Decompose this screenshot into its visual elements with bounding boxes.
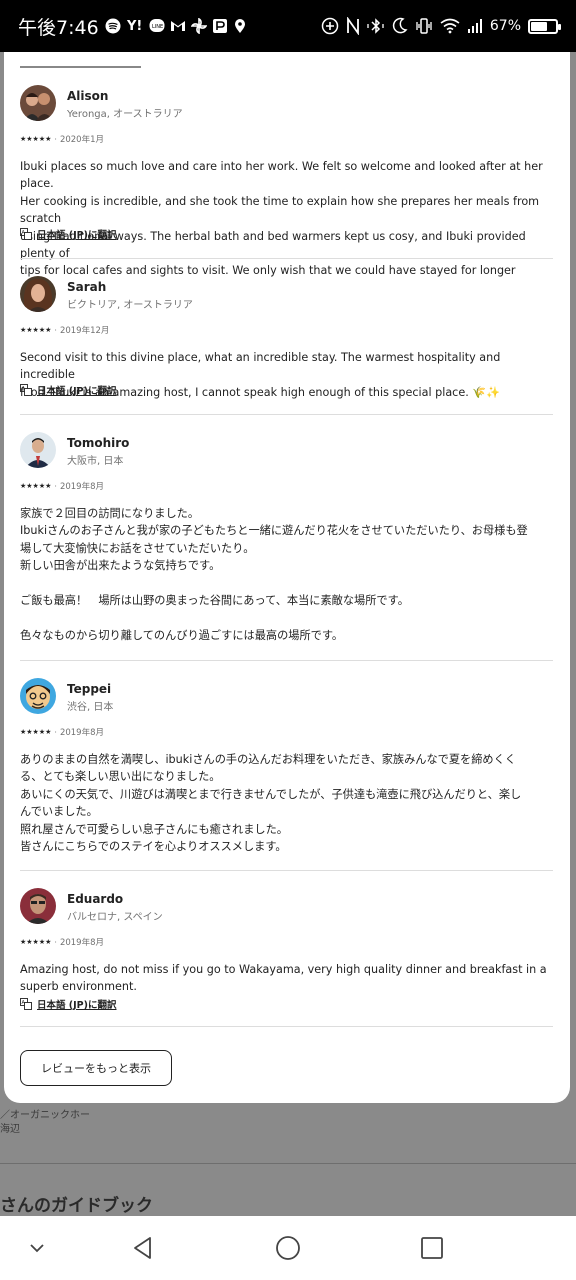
star-rating: ★★★★★ bbox=[20, 728, 52, 736]
star-rating: ★★★★★ bbox=[20, 326, 52, 334]
reviewer-name: Eduardo bbox=[67, 892, 124, 906]
reviewer-location: 渋谷, 日本 bbox=[67, 702, 114, 713]
review-date: 2019年12月 bbox=[59, 326, 110, 336]
home-circle-icon bbox=[276, 1236, 300, 1260]
review-item: Eduardo バルセロナ, スペイン ★★★★★ · 2019年8月 Amaz… bbox=[20, 888, 553, 1018]
review-item: Alison Yeronga, オーストラリア ★★★★★ · 2020年1月 … bbox=[20, 85, 553, 277]
svg-text:A: A bbox=[22, 1000, 26, 1006]
separator-dot: · bbox=[54, 481, 57, 491]
gmail-icon bbox=[170, 21, 185, 31]
background-divider bbox=[0, 1163, 576, 1164]
svg-text:LINE: LINE bbox=[152, 24, 163, 30]
status-time: 午後7:46 bbox=[18, 16, 99, 39]
back-triangle-icon bbox=[134, 1237, 151, 1259]
svg-text:A: A bbox=[22, 386, 26, 392]
data-saver-icon bbox=[321, 17, 339, 35]
recents-square-icon bbox=[421, 1237, 443, 1259]
reviewer-name: Tomohiro bbox=[67, 436, 130, 450]
bluetooth-vibrate-icon bbox=[367, 18, 384, 34]
pinwheel-icon bbox=[190, 18, 207, 34]
reviewer-name: Sarah bbox=[67, 280, 107, 294]
reviewer-location: 大阪市, 日本 bbox=[67, 456, 124, 467]
signal-icon bbox=[467, 19, 482, 33]
recents-button[interactable] bbox=[416, 1232, 448, 1264]
review-divider bbox=[20, 414, 553, 415]
review-date: 2019年8月 bbox=[59, 938, 104, 948]
review-divider bbox=[20, 258, 553, 259]
home-button[interactable] bbox=[272, 1232, 304, 1264]
status-bar: 午後7:46 Y! LINE 67% bbox=[0, 0, 576, 52]
translate-icon: A bbox=[20, 998, 32, 1010]
review-item: Teppei 渋谷, 日本 ★★★★★ · 2019年8月 ありのままの自然を満… bbox=[20, 678, 553, 858]
background-heading: さんのガイドブック bbox=[0, 1196, 153, 1216]
line-icon: LINE bbox=[149, 19, 165, 32]
chevron-down-icon bbox=[30, 1244, 44, 1253]
rating-row: ★★★★★ · 2019年8月 bbox=[20, 726, 104, 739]
reviewer-name: Alison bbox=[67, 89, 109, 103]
avatar[interactable] bbox=[20, 888, 56, 924]
separator-dot: · bbox=[54, 325, 57, 335]
svg-text:A: A bbox=[22, 230, 26, 236]
review-divider bbox=[20, 1026, 553, 1027]
reviewer-name: Teppei bbox=[67, 682, 112, 696]
battery-icon bbox=[528, 18, 561, 34]
rating-row: ★★★★★ · 2019年8月 bbox=[20, 936, 104, 949]
navigation-bar bbox=[0, 1216, 576, 1280]
wifi-icon bbox=[440, 18, 460, 34]
avatar[interactable] bbox=[20, 85, 56, 121]
translate-icon: A bbox=[20, 384, 32, 396]
battery-fill bbox=[531, 21, 547, 31]
review-item: Sarah ビクトリア, オーストラリア ★★★★★ · 2019年12月 Se… bbox=[20, 276, 553, 406]
paypay-icon bbox=[212, 19, 227, 33]
translate-link-row[interactable]: A 日本語 (JP)に翻訳 bbox=[20, 997, 117, 1011]
reviewer-location: Yeronga, オーストラリア bbox=[67, 109, 183, 120]
translate-link-row[interactable]: A 日本語 (JP)に翻訳 bbox=[20, 227, 117, 241]
show-more-reviews-button[interactable]: レビューをもっと表示 bbox=[20, 1050, 172, 1086]
reviewer-location: ビクトリア, オーストラリア bbox=[67, 300, 193, 311]
separator-dot: · bbox=[54, 134, 57, 144]
collapse-button[interactable] bbox=[21, 1232, 53, 1264]
rating-row: ★★★★★ · 2019年8月 bbox=[20, 480, 104, 493]
reviewer-location: バルセロナ, スペイン bbox=[67, 912, 163, 923]
background-text-2: 海辺 bbox=[0, 1124, 20, 1135]
review-divider bbox=[20, 870, 553, 871]
avatar[interactable] bbox=[20, 678, 56, 714]
separator-dot: · bbox=[54, 727, 57, 737]
translate-link[interactable]: 日本語 (JP)に翻訳 bbox=[37, 997, 117, 1011]
location-pin-icon bbox=[234, 19, 245, 33]
rating-row: ★★★★★ · 2019年12月 bbox=[20, 324, 110, 337]
review-text: ありのままの自然を満喫し、ibukiさんの手の込んだお料理をいただき、家族みんな… bbox=[20, 753, 522, 854]
review-item: Tomohiro 大阪市, 日本 ★★★★★ · 2019年8月 家族で２回目の… bbox=[20, 432, 553, 652]
separator-dot: · bbox=[54, 937, 57, 947]
star-rating: ★★★★★ bbox=[20, 482, 52, 490]
yahoo-icon: Y! bbox=[127, 18, 143, 34]
star-rating: ★★★★★ bbox=[20, 938, 52, 946]
translate-link[interactable]: 日本語 (JP)に翻訳 bbox=[37, 227, 117, 241]
review-divider bbox=[20, 660, 553, 661]
nfc-icon bbox=[346, 17, 359, 35]
review-date: 2019年8月 bbox=[59, 482, 104, 492]
review-date: 2019年8月 bbox=[59, 728, 104, 738]
avatar[interactable] bbox=[20, 432, 56, 468]
spotify-icon bbox=[105, 18, 121, 34]
review-text: Amazing host, do not miss if you go to W… bbox=[20, 963, 547, 994]
reviews-modal[interactable]: Alison Yeronga, オーストラリア ★★★★★ · 2020年1月 … bbox=[4, 52, 570, 1103]
background-text-1: ／オーガニックホー bbox=[0, 1110, 90, 1121]
review-text: Ibuki places so much love and care into … bbox=[20, 160, 543, 278]
notification-icons: Y! LINE bbox=[105, 17, 247, 35]
back-button[interactable] bbox=[127, 1232, 159, 1264]
translate-icon: A bbox=[20, 228, 32, 240]
review-date: 2020年1月 bbox=[59, 135, 104, 145]
rating-row: ★★★★★ · 2020年1月 bbox=[20, 133, 104, 146]
review-text: 家族で２回目の訪問になりました。 Ibukiさんのお子さんと我が家の子どもたちと… bbox=[20, 507, 528, 642]
avatar[interactable] bbox=[20, 276, 56, 312]
translate-link[interactable]: 日本語 (JP)に翻訳 bbox=[37, 383, 117, 397]
star-rating: ★★★★★ bbox=[20, 135, 52, 143]
tab-indicator bbox=[20, 66, 141, 68]
battery-percent: 67% bbox=[489, 18, 521, 34]
translate-link-row[interactable]: A 日本語 (JP)に翻訳 bbox=[20, 383, 117, 397]
vibrate-icon bbox=[416, 18, 432, 34]
system-status-icons: 67% bbox=[321, 17, 561, 35]
moon-icon bbox=[392, 17, 408, 34]
